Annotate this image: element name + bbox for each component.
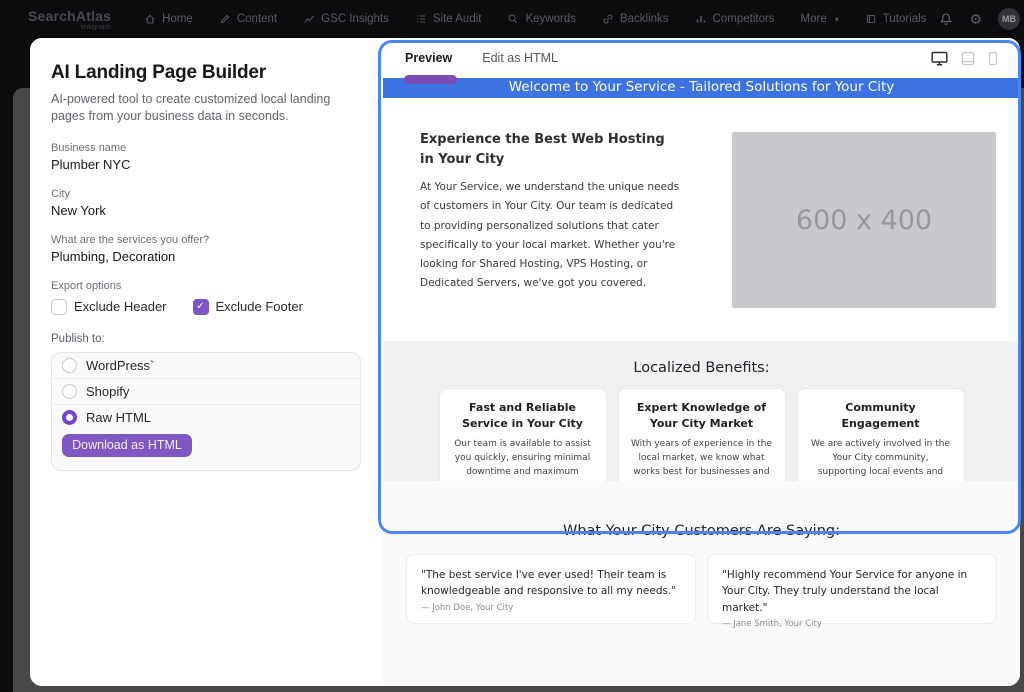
desktop-icon[interactable]	[931, 51, 948, 66]
hero-body: At Your Service, we understand the uniqu…	[420, 178, 682, 293]
home-icon	[144, 13, 156, 25]
radio-selected-icon[interactable]	[62, 410, 77, 425]
exclude-header-checkbox[interactable]: Exclude Header	[51, 299, 167, 315]
nav-item-keywords[interactable]: Keywords	[494, 0, 589, 38]
checkbox-icon[interactable]	[51, 299, 67, 315]
radio-icon[interactable]	[62, 358, 77, 373]
radio-icon[interactable]	[62, 384, 77, 399]
benefits-heading: Localized Benefits:	[383, 360, 1020, 376]
nav-item-competitors[interactable]: Competitors	[682, 0, 788, 38]
publish-to-label: Publish to:	[51, 333, 361, 345]
tab-edit-as-html[interactable]: Edit as HTML	[482, 51, 558, 65]
services-label: What are the services you offer?	[51, 234, 361, 246]
active-tab-indicator	[404, 75, 457, 84]
gear-icon[interactable]: ⚙	[969, 12, 982, 26]
publish-options-group: WordPress` Shopify Raw HTML Download as …	[51, 352, 361, 471]
page-description: AI-powered tool to create customized loc…	[51, 91, 361, 126]
testimonials-heading: What Your City Customers Are Saying:	[383, 523, 1020, 539]
tablet-icon[interactable]	[961, 51, 975, 66]
publish-option-shopify[interactable]: Shopify	[52, 379, 360, 405]
builder-form-panel: AI Landing Page Builder AI-powered tool …	[30, 38, 383, 686]
ai-landing-page-builder-modal: AI Landing Page Builder AI-powered tool …	[30, 38, 1020, 686]
landing-testimonials-section: What Your City Customers Are Saying: "Th…	[383, 481, 1020, 686]
bar-chart-icon	[695, 13, 707, 25]
pencil-icon	[219, 13, 231, 25]
preview-tabbar: Preview Edit as HTML	[383, 38, 1020, 78]
nav-item-backlinks[interactable]: Backlinks	[589, 0, 682, 38]
line-chart-icon	[303, 13, 315, 25]
city-field[interactable]: New York	[51, 203, 361, 218]
city-label: City	[51, 188, 361, 200]
business-name-label: Business name	[51, 142, 361, 154]
nav-item-tutorials[interactable]: Tutorials	[852, 0, 940, 38]
services-field[interactable]: Plumbing, Decoration	[51, 249, 361, 264]
bell-icon[interactable]	[939, 12, 953, 26]
checkbox-checked-icon[interactable]: ✓	[193, 299, 209, 315]
logo[interactable]: SearchAtlas linkgraph	[28, 8, 111, 31]
hero-image-placeholder: 600 x 400	[732, 132, 996, 308]
checklist-icon	[415, 13, 427, 25]
preview-panel: Preview Edit as HTML Welcome to Your Ser…	[383, 38, 1020, 686]
nav-item-more[interactable]: More ▾	[788, 0, 852, 38]
testimonial-card: "The best service I've ever used! Their …	[406, 554, 696, 624]
publish-option-wordpress[interactable]: WordPress`	[52, 353, 360, 379]
book-icon	[865, 13, 877, 25]
testimonial-card: "Highly recommend Your Service for anyon…	[707, 554, 997, 624]
nav-item-site-audit[interactable]: Site Audit	[402, 0, 495, 38]
nav-item-home[interactable]: Home	[131, 0, 206, 38]
top-navbar: SearchAtlas linkgraph Home Content GSC I…	[0, 0, 1024, 38]
publish-option-raw-html[interactable]: Raw HTML	[52, 405, 360, 431]
magnifier-icon	[507, 13, 519, 25]
nav-item-content[interactable]: Content	[206, 0, 290, 38]
tab-preview[interactable]: Preview	[405, 51, 452, 65]
exclude-footer-checkbox[interactable]: ✓ Exclude Footer	[193, 299, 303, 315]
download-as-html-button[interactable]: Download as HTML	[62, 434, 192, 457]
avatar[interactable]: MB	[998, 8, 1020, 30]
nav-item-gsc-insights[interactable]: GSC Insights	[290, 0, 402, 38]
page-title: AI Landing Page Builder	[51, 62, 361, 84]
export-options-label: Export options	[51, 280, 361, 292]
hero-heading: Experience the Best Web Hosting in Your …	[420, 130, 682, 170]
landing-hero-section: Experience the Best Web Hosting in Your …	[383, 98, 1020, 341]
landing-benefits-section: Localized Benefits: Fast and Reliable Se…	[383, 341, 1020, 481]
link-icon	[602, 13, 614, 25]
chevron-down-icon: ▾	[835, 15, 839, 24]
landing-banner: Welcome to Your Service - Tailored Solut…	[383, 78, 1020, 98]
mobile-icon[interactable]	[988, 51, 998, 66]
business-name-field[interactable]: Plumber NYC	[51, 157, 361, 172]
